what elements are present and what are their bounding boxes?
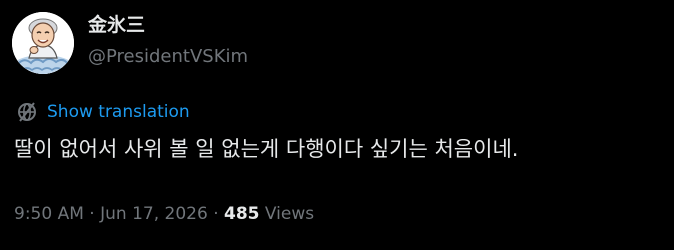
author-display-name[interactable]: 金氷三 <box>88 14 145 36</box>
show-translation-label: Show translation <box>47 102 190 122</box>
tweet-text: 딸이 없어서 사위 볼 일 없는게 다행이다 싶기는 처음이네. <box>14 137 519 161</box>
tweet-time: 9:50 AM <box>14 204 84 224</box>
views-label: Views <box>264 204 315 224</box>
tweet-timestamp-link[interactable]: 9:50 AM · Jun 17, 2026 <box>14 204 208 224</box>
views-link[interactable]: 485 Views <box>224 204 314 224</box>
views-count: 485 <box>224 204 260 224</box>
tweet-meta: 9:50 AM · Jun 17, 2026 · 485 Views <box>14 202 314 226</box>
tweet-date: Jun 17, 2026 <box>100 204 208 224</box>
author-handle[interactable]: @PresidentVSKim <box>88 46 248 68</box>
author-avatar[interactable] <box>12 12 74 74</box>
meta-separator: · <box>213 204 219 224</box>
show-translation-button[interactable]: Show translation <box>16 101 190 123</box>
globe-translate-icon <box>18 102 36 122</box>
avatar-portrait-icon <box>12 12 74 74</box>
meta-separator: · <box>89 204 95 224</box>
